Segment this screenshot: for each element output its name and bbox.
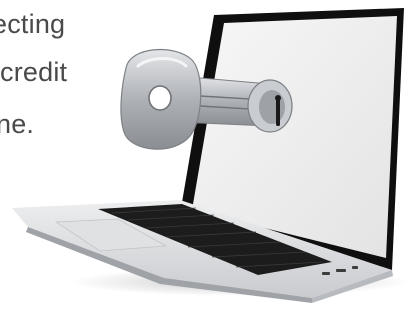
laptop-key-illustration [12, 8, 410, 303]
key-bow-hole [148, 85, 172, 111]
keyhole-dot [275, 95, 281, 101]
keyhole-slot [276, 98, 280, 126]
key-collar-inner [259, 90, 285, 124]
page: ecting credit ne. [0, 0, 414, 311]
